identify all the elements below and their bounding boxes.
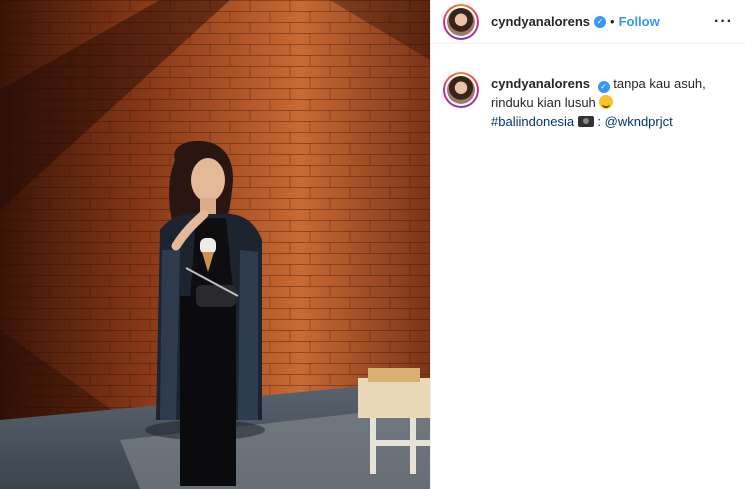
grinning-face-emoji-icon xyxy=(599,95,614,109)
post-side-panel: cyndyanalorens ✓ • Follow ··· cyndyanalo… xyxy=(430,0,745,489)
caption-username-link[interactable]: cyndyanalorens xyxy=(491,76,590,91)
more-options-icon[interactable]: ··· xyxy=(714,13,733,31)
hashtag-link[interactable]: #baliindonesia xyxy=(491,114,574,129)
post-header: cyndyanalorens ✓ • Follow ··· xyxy=(431,0,745,44)
camera-emoji-icon xyxy=(577,116,594,127)
separator-dot: • xyxy=(610,14,615,29)
caption-line-1: tanpa kau asuh, xyxy=(613,76,706,91)
credit-separator: : xyxy=(597,114,601,129)
verified-badge-icon: ✓ xyxy=(597,81,610,93)
post-photo[interactable] xyxy=(0,0,430,489)
photo-illustration xyxy=(0,0,430,489)
avatar[interactable] xyxy=(443,3,479,40)
follow-button[interactable]: Follow xyxy=(619,14,660,29)
caption-line-2: rinduku kian lusuh xyxy=(491,95,596,110)
caption-text: cyndyanalorens ✓ tanpa kau asuh, rinduku… xyxy=(491,74,726,131)
caption-avatar[interactable] xyxy=(443,72,479,108)
username-link[interactable]: cyndyanalorens xyxy=(491,14,590,29)
mention-link[interactable]: @wkndprjct xyxy=(605,114,673,129)
verified-badge-icon: ✓ xyxy=(594,15,606,28)
post-caption: cyndyanalorens ✓ tanpa kau asuh, rinduku… xyxy=(431,58,745,131)
